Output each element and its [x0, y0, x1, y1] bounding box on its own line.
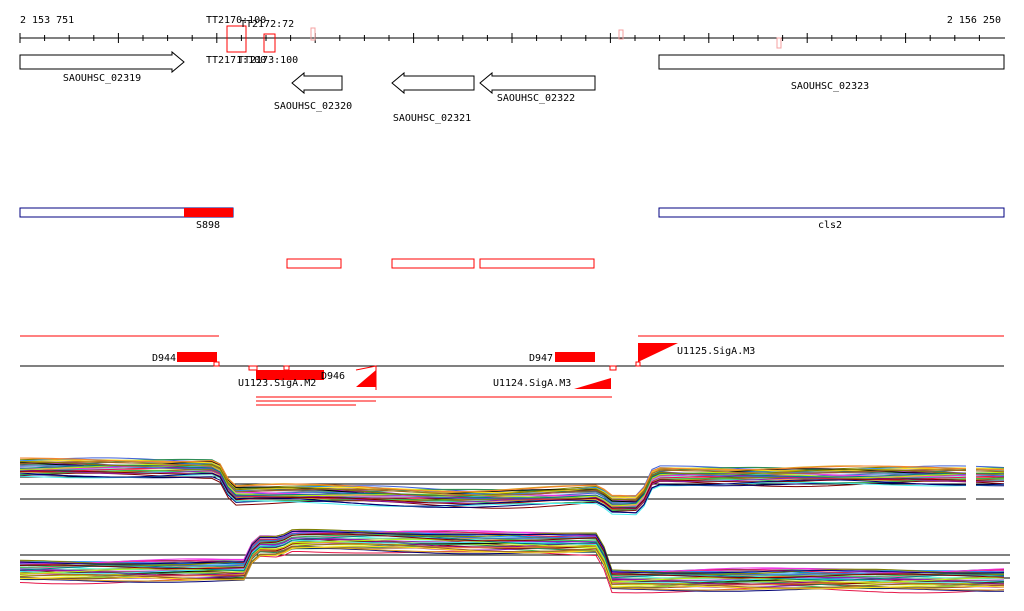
ruler: 2 153 751 2 156 250	[19, 15, 1005, 49]
transcript-label: U1124.SigA.M3	[493, 378, 571, 389]
transcript-triangle[interactable]	[356, 370, 376, 387]
gene-label: SAOUHSC_02319	[63, 73, 141, 84]
transcript-tick	[609, 365, 617, 371]
gene-label: SAOUHSC_02322	[497, 93, 575, 104]
transcript-tick	[213, 361, 220, 367]
transcript-block[interactable]	[555, 352, 595, 362]
feature-box[interactable]	[286, 258, 342, 269]
transcript-tick	[635, 361, 641, 367]
gene-arrow[interactable]	[19, 50, 185, 74]
expression-track-top	[19, 457, 1005, 516]
gene-box[interactable]	[658, 54, 1005, 70]
pink-tick-mark	[776, 37, 782, 49]
transcript-tick	[283, 365, 290, 371]
transcript-triangle[interactable]	[638, 343, 678, 362]
feature-box[interactable]	[391, 258, 475, 269]
operon-box[interactable]	[658, 207, 1005, 218]
expression-track-bottom	[19, 528, 1010, 594]
feature-box-track	[286, 258, 595, 269]
gene-arrow[interactable]	[479, 71, 596, 95]
gene-label: SAOUHSC_02320	[274, 101, 352, 112]
gene-arrow[interactable]	[291, 71, 343, 95]
operon-label: cls2	[818, 220, 842, 231]
expression-gap	[966, 462, 976, 504]
gene-track: SAOUHSC_02319 SAOUHSC_02320 SAOUHSC_0232…	[19, 50, 1005, 124]
gene-label: SAOUHSC_02323	[791, 81, 869, 92]
terminator-label: TT2173:100	[238, 55, 298, 66]
expression-lines	[19, 528, 1005, 594]
feature-box[interactable]	[479, 258, 595, 269]
operon-track: S898 cls2	[19, 207, 1005, 231]
terminator-track: TT2170:100 TT2172:72 TT2171:100 TT2173:1…	[206, 15, 298, 66]
transcript-triangle[interactable]	[574, 378, 611, 389]
transcript-label: D946	[321, 371, 345, 382]
transcript-label: D947	[529, 353, 553, 364]
ruler-start-label: 2 153 751	[20, 15, 74, 26]
gene-arrow[interactable]	[391, 71, 475, 95]
operon-fill	[184, 208, 233, 217]
transcript-block[interactable]	[177, 352, 217, 362]
terminator-label: TT2172:72	[240, 19, 294, 30]
transcript-track: D944 D947 U1125.SigA.M3 D946 U1123.SigA.…	[20, 335, 1004, 406]
transcript-label: U1123.SigA.M2	[238, 378, 316, 389]
expression-lines	[19, 457, 1005, 516]
operon-label: S898	[196, 220, 220, 231]
genome-browser: 2 153 751 2 156 250 TT2170:100 TT2172:72…	[19, 15, 1010, 594]
gene-label: SAOUHSC_02321	[393, 113, 471, 124]
transcript-tick	[248, 365, 258, 371]
transcript-label: U1125.SigA.M3	[677, 346, 755, 357]
transcript-label: D944	[152, 353, 176, 364]
ruler-end-label: 2 156 250	[947, 15, 1001, 26]
